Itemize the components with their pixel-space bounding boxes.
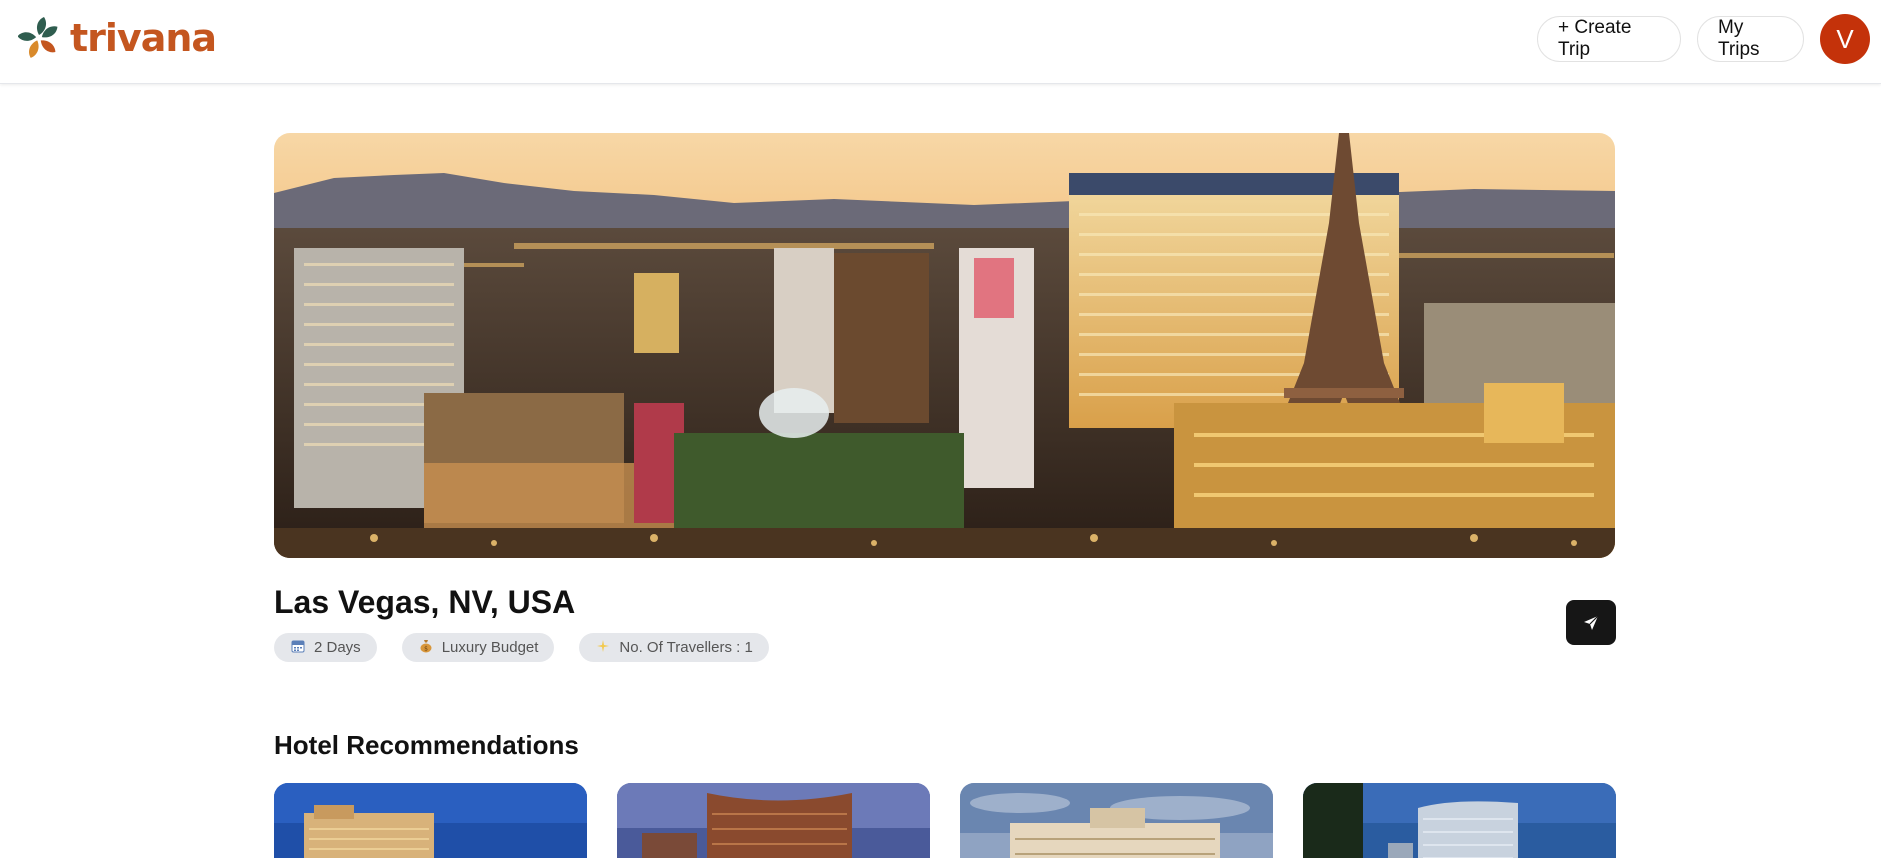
- hotel-card[interactable]: [1303, 783, 1616, 858]
- budget-label: Luxury Budget: [441, 639, 539, 656]
- calendar-icon: [290, 639, 306, 656]
- destination-hero-image: [274, 133, 1615, 558]
- hotel-card[interactable]: [960, 783, 1273, 858]
- svg-text:$: $: [424, 646, 428, 653]
- share-button[interactable]: [1566, 600, 1616, 645]
- budget-chip: $ Luxury Budget: [401, 633, 555, 662]
- destination-title: Las Vegas, NV, USA: [274, 584, 576, 620]
- brand-logo[interactable]: trivana: [18, 14, 217, 62]
- duration-chip: 2 Days: [274, 633, 377, 662]
- hotel-card-list: [274, 783, 1616, 858]
- duration-label: 2 Days: [314, 639, 361, 656]
- create-trip-button[interactable]: + Create Trip: [1537, 16, 1681, 62]
- sparkle-icon: [595, 639, 611, 656]
- travellers-chip: No. Of Travellers : 1: [579, 633, 769, 662]
- hotel-recommendations-heading: Hotel Recommendations: [274, 730, 579, 760]
- travellers-label: No. Of Travellers : 1: [619, 639, 753, 656]
- hotel-card[interactable]: [617, 783, 930, 858]
- my-trips-button[interactable]: My Trips: [1697, 16, 1804, 62]
- brand-name: trivana: [70, 16, 217, 60]
- hotel-card[interactable]: [274, 783, 587, 858]
- trip-info-chips: 2 Days $ Luxury Budget No. Of Travellers…: [274, 633, 769, 662]
- user-avatar[interactable]: V: [1820, 14, 1870, 64]
- money-bag-icon: $: [418, 639, 434, 656]
- trivana-logo-icon: [18, 17, 58, 58]
- send-icon: [1584, 615, 1599, 630]
- top-navbar: trivana + Create Trip My Trips V: [0, 0, 1881, 84]
